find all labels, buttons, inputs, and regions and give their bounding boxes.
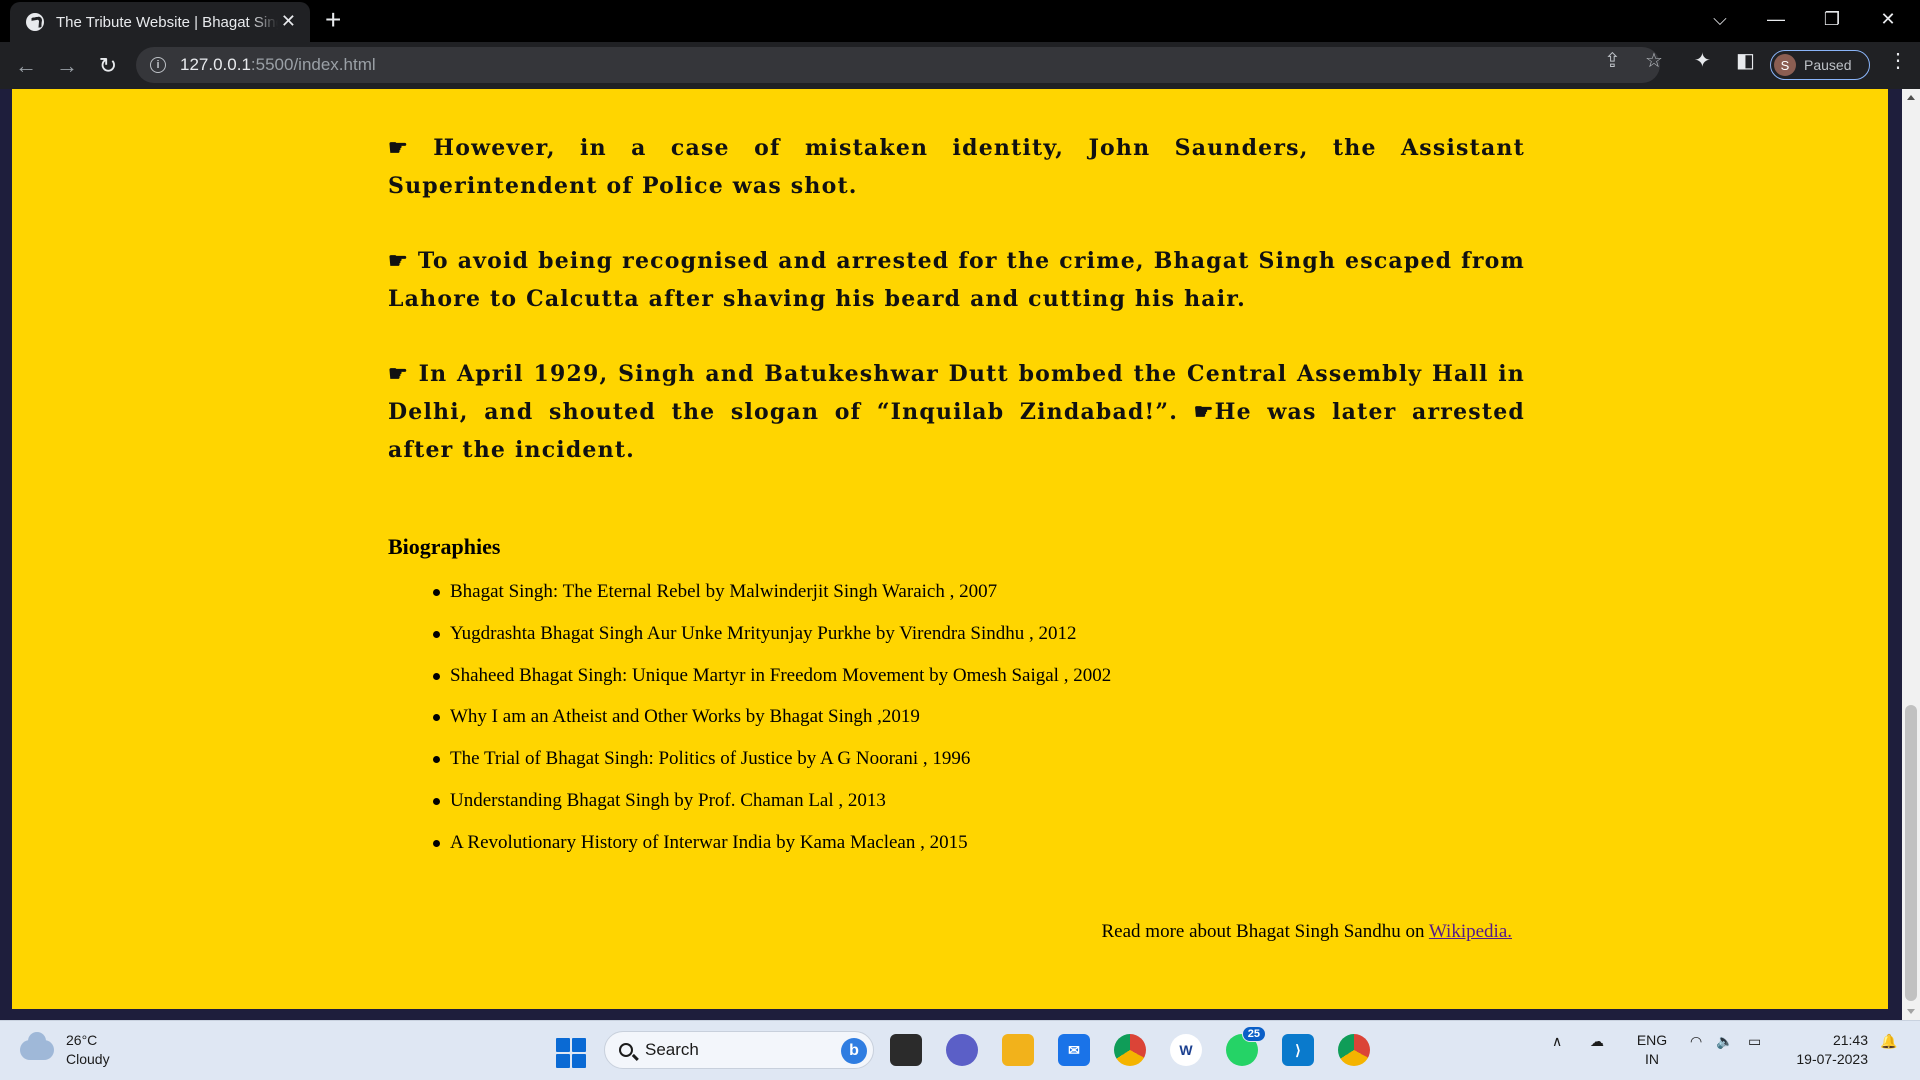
restore-button[interactable]: ❐ [1804, 0, 1860, 38]
back-arrow-icon[interactable]: ← [10, 50, 42, 82]
notification-badge: 25 [1241, 1026, 1266, 1042]
clock-date: 19-07-2023 [1796, 1051, 1868, 1067]
language-indicator[interactable]: ENG IN [1636, 1031, 1668, 1069]
page-scrollbar[interactable] [1902, 89, 1920, 1020]
scroll-up-arrow-icon[interactable] [1907, 95, 1915, 100]
close-window-button[interactable]: ✕ [1860, 0, 1916, 38]
list-item: Bhagat Singh: The Eternal Rebel by Malwi… [432, 571, 1111, 613]
weather-condition: Cloudy [66, 1051, 110, 1067]
fact-paragraph: ☛ To avoid being recognised and arrested… [388, 248, 1525, 312]
whatsapp-icon[interactable]: 25 [1226, 1026, 1266, 1066]
clock-time: 21:43 [1832, 1032, 1868, 1048]
browser-tab[interactable]: The Tribute Website | Bhagat Singh ✕ [10, 2, 310, 42]
biographies-list: Bhagat Singh: The Eternal Rebel by Malwi… [388, 571, 1111, 864]
page-viewport: ☛ However, in a case of mistaken identit… [0, 89, 1902, 1020]
list-item: Why I am an Atheist and Other Works by B… [432, 696, 1111, 738]
chat-icon[interactable] [946, 1034, 978, 1066]
mail-icon[interactable]: ✉ [1058, 1034, 1090, 1066]
search-icon [619, 1043, 633, 1057]
share-icon[interactable]: ⇪ [1604, 48, 1621, 73]
list-item: Yugdrashta Bhagat Singh Aur Unke Mrityun… [432, 613, 1111, 655]
weather-widget[interactable]: 26°C Cloudy [20, 1031, 110, 1069]
battery-icon[interactable]: ▭ [1748, 1033, 1761, 1050]
read-more-text: Read more about Bhagat Singh Sandhu on [1101, 921, 1429, 942]
biographies-heading: Biographies [388, 534, 501, 559]
list-item: A Revolutionary History of Interwar Indi… [432, 822, 1111, 864]
vscode-icon[interactable]: ⟩ [1282, 1034, 1314, 1066]
reload-icon[interactable]: ↻ [92, 50, 124, 82]
avatar: S [1774, 54, 1796, 76]
menu-kebab-icon[interactable]: ⋮ [1888, 48, 1908, 73]
url-host: 127.0.0.1 [180, 55, 251, 74]
show-hidden-icons-chevron-icon[interactable]: ∧ [1552, 1033, 1562, 1050]
scrollbar-thumb[interactable] [1905, 705, 1917, 1001]
tab-close-icon[interactable]: ✕ [281, 11, 296, 32]
file-explorer-icon[interactable] [1002, 1034, 1034, 1066]
side-panel-icon[interactable]: ◧ [1736, 48, 1755, 73]
list-item: Understanding Bhagat Singh by Prof. Cham… [432, 780, 1111, 822]
scroll-down-arrow-icon[interactable] [1907, 1009, 1915, 1014]
search-label: Search [645, 1040, 699, 1059]
url-path: :5500/index.html [250, 55, 376, 74]
bing-icon[interactable]: b [841, 1038, 867, 1064]
system-clock[interactable]: 21:43 19-07-2023 [1786, 1031, 1868, 1069]
wifi-icon[interactable]: ◠ [1690, 1033, 1702, 1050]
fact-paragraph: ☛ In April 1929, Singh and Batukeshwar D… [388, 361, 1525, 463]
profile-button[interactable]: S Paused [1770, 50, 1870, 80]
tab-search-chevron-icon[interactable]: ⌵ [1692, 0, 1748, 38]
list-item: Shaheed Bhagat Singh: Unique Martyr in F… [432, 655, 1111, 697]
extensions-puzzle-icon[interactable]: ✦ [1694, 48, 1711, 73]
site-info-icon[interactable]: i [150, 57, 166, 73]
browser-toolbar: ← → ↻ i 127.0.0.1 :5500/index.html ⇪ ☆ ✦… [0, 42, 1920, 89]
chrome-profile-icon[interactable] [1338, 1034, 1370, 1066]
word-app-icon[interactable]: W [1170, 1034, 1202, 1066]
forward-arrow-icon[interactable]: → [51, 50, 83, 82]
chrome-icon[interactable] [1114, 1034, 1146, 1066]
cloud-icon [20, 1032, 54, 1060]
fact-paragraph: ☛ However, in a case of mistaken identit… [388, 135, 1525, 199]
taskbar-search[interactable]: Search b [604, 1031, 874, 1069]
volume-icon[interactable]: 🔈 [1716, 1033, 1733, 1050]
favicon-icon [26, 13, 44, 31]
content-card: ☛ However, in a case of mistaken identit… [12, 89, 1888, 1009]
bookmark-star-icon[interactable]: ☆ [1645, 48, 1663, 73]
facts-section: ☛ However, in a case of mistaken identit… [388, 129, 1525, 506]
read-more-line: Read more about Bhagat Singh Sandhu on W… [1102, 921, 1513, 943]
start-button[interactable] [556, 1038, 586, 1068]
profile-status: Paused [1804, 57, 1852, 73]
address-bar[interactable]: i 127.0.0.1 :5500/index.html [136, 47, 1660, 83]
region-code: IN [1645, 1051, 1659, 1067]
wikipedia-link[interactable]: Wikipedia. [1429, 921, 1512, 942]
new-tab-button[interactable]: + [325, 4, 341, 36]
windows-taskbar: 26°C Cloudy Search b ✉ W 25 ⟩ ∧ ☁ ENG IN… [0, 1020, 1920, 1080]
list-item: The Trial of Bhagat Singh: Politics of J… [432, 738, 1111, 780]
browser-tab-strip: The Tribute Website | Bhagat Singh ✕ + ⌵… [0, 0, 1920, 42]
notification-bell-icon[interactable]: 🔔 [1880, 1033, 1897, 1050]
task-view-icon[interactable] [890, 1034, 922, 1066]
tab-title: The Tribute Website | Bhagat Singh [56, 13, 278, 31]
temperature: 26°C [66, 1032, 98, 1048]
language-code: ENG [1636, 1032, 1668, 1048]
minimize-button[interactable]: — [1748, 0, 1804, 38]
onedrive-icon[interactable]: ☁ [1590, 1033, 1604, 1050]
